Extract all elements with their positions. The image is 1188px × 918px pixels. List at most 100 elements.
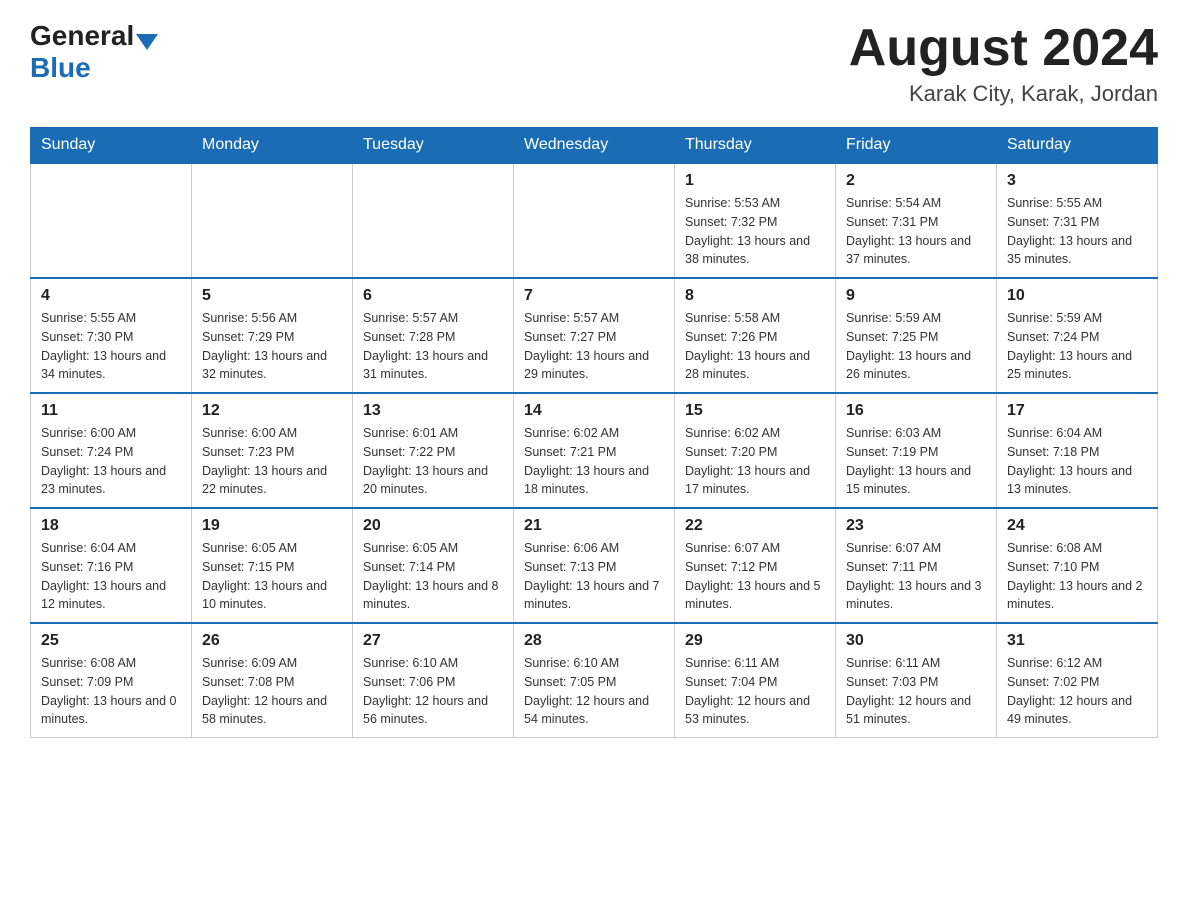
day-number: 17 (1007, 402, 1147, 420)
day-info: Sunrise: 6:08 AMSunset: 7:10 PMDaylight:… (1007, 539, 1147, 614)
calendar-cell: 1 Sunrise: 5:53 AMSunset: 7:32 PMDaylight… (675, 163, 836, 278)
calendar-cell: 4 Sunrise: 5:55 AMSunset: 7:30 PMDaylight… (31, 278, 192, 393)
day-number: 4 (41, 287, 181, 305)
calendar-cell: 16 Sunrise: 6:03 AMSunset: 7:19 PMDayligh… (836, 393, 997, 508)
calendar-cell: 12 Sunrise: 6:00 AMSunset: 7:23 PMDayligh… (192, 393, 353, 508)
day-number: 16 (846, 402, 986, 420)
logo-blue-text: Blue (30, 52, 91, 84)
calendar-week-row: 25 Sunrise: 6:08 AMSunset: 7:09 PMDayligh… (31, 623, 1158, 738)
day-info: Sunrise: 6:02 AMSunset: 7:20 PMDaylight:… (685, 424, 825, 499)
weekday-header-wednesday: Wednesday (514, 128, 675, 164)
calendar-cell (514, 163, 675, 278)
calendar-cell (31, 163, 192, 278)
day-number: 12 (202, 402, 342, 420)
day-info: Sunrise: 6:00 AMSunset: 7:23 PMDaylight:… (202, 424, 342, 499)
day-info: Sunrise: 5:56 AMSunset: 7:29 PMDaylight:… (202, 309, 342, 384)
day-info: Sunrise: 6:07 AMSunset: 7:12 PMDaylight:… (685, 539, 825, 614)
calendar-cell: 21Sunrise: 6:06 AMSunset: 7:13 PMDayligh… (514, 508, 675, 623)
day-number: 29 (685, 632, 825, 650)
day-number: 23 (846, 517, 986, 535)
day-info: Sunrise: 6:12 AMSunset: 7:02 PMDaylight:… (1007, 654, 1147, 729)
calendar-cell: 17Sunrise: 6:04 AMSunset: 7:18 PMDayligh… (997, 393, 1158, 508)
calendar-cell: 25 Sunrise: 6:08 AMSunset: 7:09 PMDayligh… (31, 623, 192, 738)
calendar-week-row: 18 Sunrise: 6:04 AMSunset: 7:16 PMDayligh… (31, 508, 1158, 623)
calendar-cell: 24 Sunrise: 6:08 AMSunset: 7:10 PMDayligh… (997, 508, 1158, 623)
calendar-cell: 19 Sunrise: 6:05 AMSunset: 7:15 PMDayligh… (192, 508, 353, 623)
day-info: Sunrise: 5:57 AMSunset: 7:28 PMDaylight:… (363, 309, 503, 384)
day-number: 13 (363, 402, 503, 420)
day-info: Sunrise: 6:05 AMSunset: 7:14 PMDaylight:… (363, 539, 503, 614)
day-number: 19 (202, 517, 342, 535)
day-info: Sunrise: 6:05 AMSunset: 7:15 PMDaylight:… (202, 539, 342, 614)
calendar-cell: 18 Sunrise: 6:04 AMSunset: 7:16 PMDayligh… (31, 508, 192, 623)
day-number: 3 (1007, 172, 1147, 190)
day-number: 9 (846, 287, 986, 305)
day-info: Sunrise: 5:59 AMSunset: 7:24 PMDaylight:… (1007, 309, 1147, 384)
calendar-cell: 30Sunrise: 6:11 AMSunset: 7:03 PMDayligh… (836, 623, 997, 738)
calendar-cell: 28 Sunrise: 6:10 AMSunset: 7:05 PMDayligh… (514, 623, 675, 738)
weekday-header-tuesday: Tuesday (353, 128, 514, 164)
calendar-cell: 27Sunrise: 6:10 AMSunset: 7:06 PMDayligh… (353, 623, 514, 738)
day-info: Sunrise: 5:55 AMSunset: 7:30 PMDaylight:… (41, 309, 181, 384)
calendar-header-row: SundayMondayTuesdayWednesdayThursdayFrid… (31, 128, 1158, 164)
day-info: Sunrise: 5:57 AMSunset: 7:27 PMDaylight:… (524, 309, 664, 384)
month-title: August 2024 (849, 20, 1158, 77)
logo-triangle-icon (136, 34, 158, 50)
calendar-cell: 20 Sunrise: 6:05 AMSunset: 7:14 PMDayligh… (353, 508, 514, 623)
day-info: Sunrise: 6:04 AMSunset: 7:16 PMDaylight:… (41, 539, 181, 614)
day-number: 6 (363, 287, 503, 305)
calendar-week-row: 1 Sunrise: 5:53 AMSunset: 7:32 PMDaylight… (31, 163, 1158, 278)
calendar-cell: 3 Sunrise: 5:55 AMSunset: 7:31 PMDaylight… (997, 163, 1158, 278)
day-info: Sunrise: 5:58 AMSunset: 7:26 PMDaylight:… (685, 309, 825, 384)
day-number: 5 (202, 287, 342, 305)
day-info: Sunrise: 6:03 AMSunset: 7:19 PMDaylight:… (846, 424, 986, 499)
calendar-cell: 13Sunrise: 6:01 AMSunset: 7:22 PMDayligh… (353, 393, 514, 508)
day-number: 1 (685, 172, 825, 190)
calendar-week-row: 11Sunrise: 6:00 AMSunset: 7:24 PMDayligh… (31, 393, 1158, 508)
weekday-header-sunday: Sunday (31, 128, 192, 164)
calendar-cell: 22 Sunrise: 6:07 AMSunset: 7:12 PMDayligh… (675, 508, 836, 623)
day-number: 31 (1007, 632, 1147, 650)
day-info: Sunrise: 5:53 AMSunset: 7:32 PMDaylight:… (685, 194, 825, 269)
day-info: Sunrise: 6:02 AMSunset: 7:21 PMDaylight:… (524, 424, 664, 499)
calendar-cell: 10 Sunrise: 5:59 AMSunset: 7:24 PMDayligh… (997, 278, 1158, 393)
day-info: Sunrise: 6:10 AMSunset: 7:05 PMDaylight:… (524, 654, 664, 729)
weekday-header-saturday: Saturday (997, 128, 1158, 164)
calendar-cell: 2 Sunrise: 5:54 AMSunset: 7:31 PMDaylight… (836, 163, 997, 278)
day-number: 8 (685, 287, 825, 305)
day-info: Sunrise: 6:09 AMSunset: 7:08 PMDaylight:… (202, 654, 342, 729)
logo: General Blue (30, 20, 158, 84)
calendar-cell: 5 Sunrise: 5:56 AMSunset: 7:29 PMDaylight… (192, 278, 353, 393)
day-number: 25 (41, 632, 181, 650)
day-number: 15 (685, 402, 825, 420)
logo-general-text: General (30, 20, 134, 52)
calendar-cell (353, 163, 514, 278)
day-number: 10 (1007, 287, 1147, 305)
day-info: Sunrise: 5:54 AMSunset: 7:31 PMDaylight:… (846, 194, 986, 269)
calendar-cell: 9Sunrise: 5:59 AMSunset: 7:25 PMDaylight… (836, 278, 997, 393)
day-info: Sunrise: 6:11 AMSunset: 7:04 PMDaylight:… (685, 654, 825, 729)
day-info: Sunrise: 6:00 AMSunset: 7:24 PMDaylight:… (41, 424, 181, 499)
day-number: 18 (41, 517, 181, 535)
calendar-table: SundayMondayTuesdayWednesdayThursdayFrid… (30, 127, 1158, 738)
calendar-cell (192, 163, 353, 278)
calendar-cell: 15 Sunrise: 6:02 AMSunset: 7:20 PMDayligh… (675, 393, 836, 508)
calendar-cell: 31 Sunrise: 6:12 AMSunset: 7:02 PMDayligh… (997, 623, 1158, 738)
calendar-cell: 29 Sunrise: 6:11 AMSunset: 7:04 PMDayligh… (675, 623, 836, 738)
title-block: August 2024 Karak City, Karak, Jordan (849, 20, 1158, 107)
day-number: 28 (524, 632, 664, 650)
day-info: Sunrise: 6:10 AMSunset: 7:06 PMDaylight:… (363, 654, 503, 729)
day-number: 20 (363, 517, 503, 535)
weekday-header-monday: Monday (192, 128, 353, 164)
day-number: 7 (524, 287, 664, 305)
day-info: Sunrise: 6:08 AMSunset: 7:09 PMDaylight:… (41, 654, 181, 729)
day-info: Sunrise: 5:55 AMSunset: 7:31 PMDaylight:… (1007, 194, 1147, 269)
day-number: 22 (685, 517, 825, 535)
calendar-cell: 23 Sunrise: 6:07 AMSunset: 7:11 PMDayligh… (836, 508, 997, 623)
day-number: 2 (846, 172, 986, 190)
calendar-cell: 11Sunrise: 6:00 AMSunset: 7:24 PMDayligh… (31, 393, 192, 508)
day-info: Sunrise: 6:07 AMSunset: 7:11 PMDaylight:… (846, 539, 986, 614)
day-number: 14 (524, 402, 664, 420)
day-number: 24 (1007, 517, 1147, 535)
location-title: Karak City, Karak, Jordan (849, 81, 1158, 107)
